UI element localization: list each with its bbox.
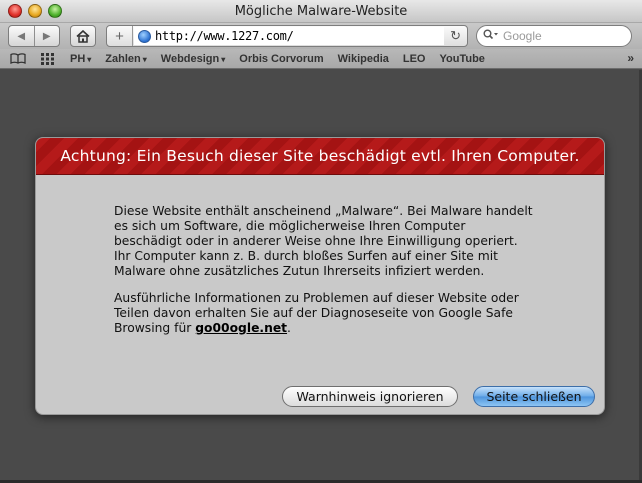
diagnostic-link[interactable]: go00ogle.net — [195, 321, 287, 335]
toolbar: ◀ ▶ + http://www.1227.com/ ↻ Google — [0, 23, 642, 49]
chevron-down-icon: ▾ — [221, 54, 226, 64]
back-button[interactable]: ◀ — [9, 26, 34, 46]
warning-header: Achtung: Ein Besuch dieser Site beschädi… — [36, 138, 604, 175]
chevron-down-icon: ▾ — [87, 54, 92, 64]
url-field[interactable]: http://www.1227.com/ — [134, 27, 444, 45]
bookmark-leo[interactable]: LEO — [403, 53, 426, 65]
ignore-warning-button[interactable]: Warnhinweis ignorieren — [282, 386, 458, 407]
title-bar: Mögliche Malware-Website — [0, 0, 642, 23]
bookmark-ph[interactable]: PH ▾ — [70, 53, 91, 65]
warning-title: Achtung: Ein Besuch dieser Site beschädi… — [60, 147, 580, 165]
window-title: Mögliche Malware-Website — [234, 4, 408, 19]
plus-icon: + — [115, 27, 124, 45]
chevron-down-icon: ▾ — [142, 54, 147, 64]
home-icon — [76, 29, 90, 43]
bookmarks-bar: PH ▾ Zahlen ▾ Webdesign ▾ Orbis Corvorum Wi… — [0, 49, 642, 69]
bookmark-zahlen[interactable]: Zahlen ▾ — [105, 53, 146, 65]
bookmark-webdesign[interactable]: Webdesign ▾ — [161, 53, 226, 65]
book-icon[interactable] — [10, 53, 26, 65]
bookmark-wikipedia[interactable]: Wikipedia — [338, 53, 389, 65]
close-page-button[interactable]: Seite schließen — [473, 386, 595, 407]
warning-paragraph-2: Ausführliche Informationen zu Problemen … — [114, 291, 519, 335]
search-icon — [483, 29, 499, 43]
reload-icon[interactable]: ↻ — [450, 28, 461, 44]
back-icon: ◀ — [17, 30, 26, 42]
search-placeholder: Google — [503, 29, 542, 43]
grid-icon[interactable] — [40, 52, 56, 65]
navigation-buttons: ◀ ▶ — [8, 25, 60, 47]
forward-button[interactable]: ▶ — [33, 26, 60, 46]
address-bar: + http://www.1227.com/ ↻ — [106, 25, 468, 47]
more-bookmarks-icon[interactable]: » — [627, 51, 634, 65]
add-bookmark-button[interactable]: + — [107, 26, 133, 46]
bookmark-orbis-corvorum[interactable]: Orbis Corvorum — [239, 53, 323, 65]
malware-warning-dialog: Achtung: Ein Besuch dieser Site beschädi… — [35, 137, 605, 415]
home-button[interactable] — [70, 25, 96, 47]
globe-icon — [138, 29, 151, 43]
warning-body: Diese Website enthält anscheinend „Malwa… — [114, 204, 534, 348]
warning-paragraph-1: Diese Website enthält anscheinend „Malwa… — [114, 204, 533, 278]
forward-icon: ▶ — [42, 30, 51, 42]
url-text: http://www.1227.com/ — [155, 29, 294, 43]
search-field[interactable]: Google — [476, 25, 632, 47]
bookmark-youtube[interactable]: YouTube — [440, 53, 485, 65]
